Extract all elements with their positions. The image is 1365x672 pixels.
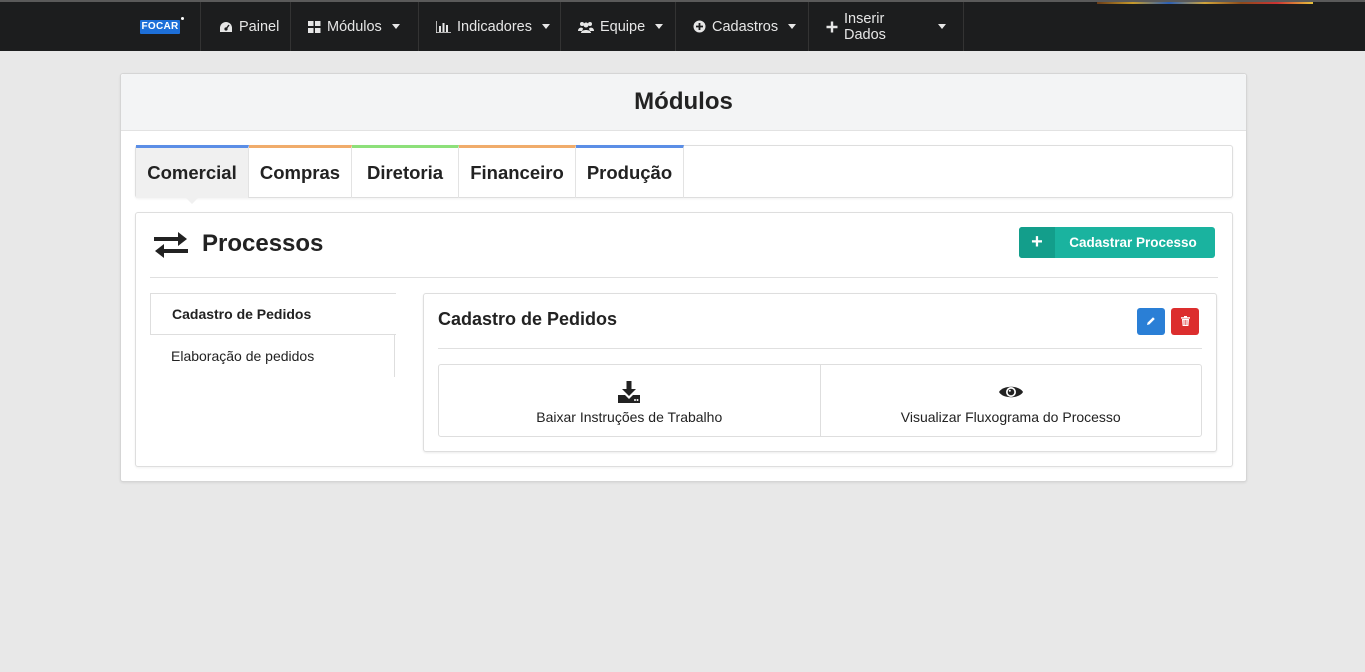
- process-list-item[interactable]: Cadastro de Pedidos: [150, 293, 396, 335]
- process-detail-title: Cadastro de Pedidos: [438, 309, 618, 329]
- cadastrar-processo-button[interactable]: + Cadastrar Processo: [1019, 227, 1215, 258]
- chevron-down-icon: [788, 24, 797, 29]
- plus-icon: +: [1019, 227, 1055, 258]
- nav-cadastros[interactable]: Cadastros: [676, 2, 809, 51]
- nav-modulos-label: Módulos: [327, 18, 382, 35]
- view-flowchart-button[interactable]: Visualizar Fluxograma do Processo: [819, 365, 1202, 436]
- page-title: Módulos: [634, 88, 733, 115]
- nav-equipe-label: Equipe: [600, 18, 646, 35]
- chevron-down-icon: [541, 24, 550, 29]
- download-instructions-label: Baixar Instruções de Trabalho: [536, 408, 723, 425]
- tab-producao[interactable]: Produção: [576, 145, 684, 198]
- tab-compras[interactable]: Compras: [249, 145, 352, 198]
- chevron-down-icon: [938, 24, 946, 29]
- plus-icon: [826, 21, 838, 33]
- process-list: Cadastro de Pedidos Elaboração de pedido…: [150, 293, 396, 377]
- chevron-down-icon: [391, 24, 400, 29]
- brand-logo-link[interactable]: FOCAR: [120, 2, 201, 51]
- plus-circle-icon: [693, 20, 706, 33]
- process-actions: Baixar Instruções de Trabalho Visualizar…: [438, 364, 1202, 437]
- nav-indicadores-label: Indicadores: [457, 18, 532, 35]
- exchange-arrows-icon: [152, 230, 190, 260]
- divider: [438, 348, 1202, 349]
- processos-card: Processos + Cadastrar Processo Cadastro …: [135, 212, 1233, 467]
- trash-icon: [1180, 313, 1190, 331]
- delete-process-button[interactable]: [1171, 308, 1199, 335]
- process-list-item[interactable]: Elaboração de pedidos: [150, 335, 395, 377]
- download-icon: [618, 379, 641, 405]
- modulos-panel: Módulos Comercial Compras Diretoria Fina…: [120, 73, 1247, 482]
- nav-indicadores[interactable]: Indicadores: [419, 2, 561, 51]
- tab-financeiro[interactable]: Financeiro: [459, 145, 576, 198]
- nav-painel[interactable]: Painel: [202, 2, 291, 51]
- nav-inserir-dados-label: Inserir Dados: [844, 10, 886, 43]
- nav-painel-label: Painel: [239, 18, 280, 35]
- process-detail-card: Cadastro de Pedidos Baixar Instruções de…: [423, 293, 1217, 452]
- eye-icon: [998, 379, 1024, 405]
- pencil-icon: [1146, 313, 1156, 331]
- edit-process-button[interactable]: [1137, 308, 1165, 335]
- tab-diretoria[interactable]: Diretoria: [352, 145, 459, 198]
- brand-name: FOCAR: [141, 20, 179, 32]
- top-right-decoration: [1097, 2, 1313, 4]
- chevron-down-icon: [655, 24, 664, 29]
- nav-equipe[interactable]: Equipe: [561, 2, 676, 51]
- brand-logo: FOCAR: [140, 16, 184, 34]
- module-tabs: Comercial Compras Diretoria Financeiro P…: [135, 145, 1233, 204]
- users-icon: [578, 21, 594, 33]
- processos-header: Processos + Cadastrar Processo: [150, 213, 1218, 278]
- nav-cadastros-label: Cadastros: [712, 18, 779, 35]
- cadastrar-processo-label: Cadastrar Processo: [1069, 235, 1197, 250]
- top-navbar: FOCAR Painel Módulos Indicadores Equipe …: [0, 0, 1365, 51]
- view-flowchart-label: Visualizar Fluxograma do Processo: [900, 408, 1121, 425]
- panel-header: Módulos: [121, 74, 1246, 131]
- bar-chart-icon: [436, 20, 451, 33]
- dashboard-icon: [219, 21, 233, 33]
- tab-comercial[interactable]: Comercial: [136, 145, 249, 204]
- nav-inserir-dados[interactable]: Inserir Dados: [809, 2, 964, 51]
- nav-modulos[interactable]: Módulos: [291, 2, 419, 51]
- grid-icon: [308, 20, 321, 33]
- processos-title: Processos: [202, 230, 324, 257]
- download-instructions-button[interactable]: Baixar Instruções de Trabalho: [439, 365, 820, 436]
